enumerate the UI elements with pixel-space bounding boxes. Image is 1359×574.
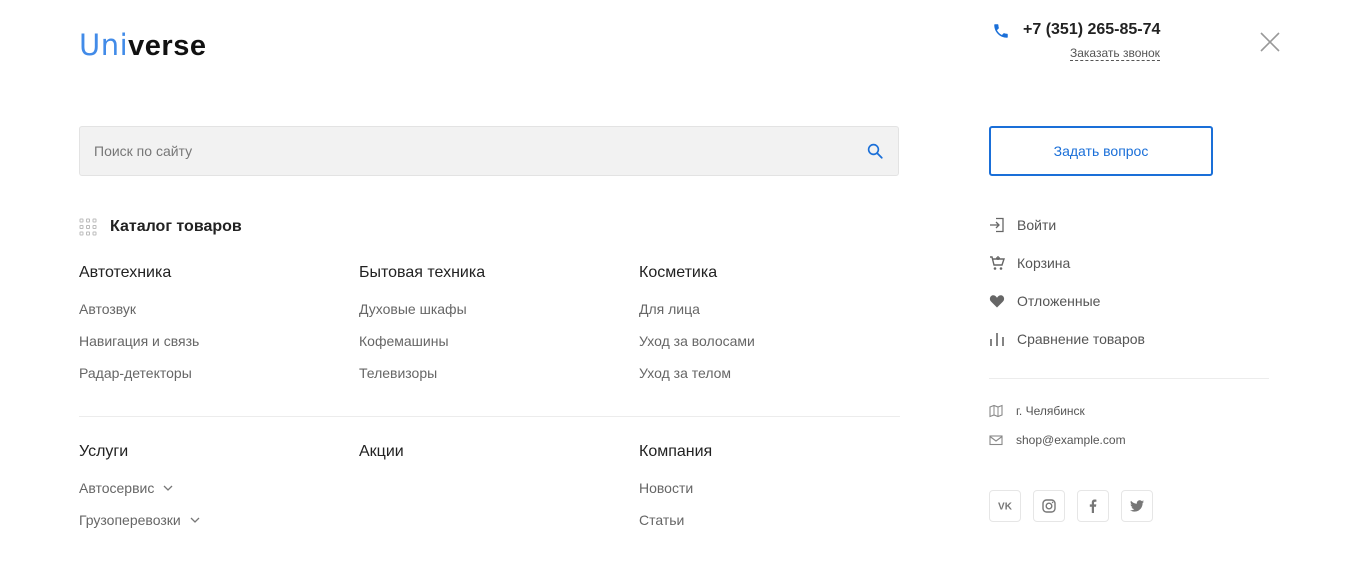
- callback-link[interactable]: Заказать звонок: [1070, 46, 1160, 61]
- category-title[interactable]: Косметика: [639, 263, 899, 283]
- chevron-down-icon[interactable]: [190, 516, 200, 524]
- logo-part-2: verse: [128, 30, 207, 62]
- svg-text:VK: VK: [998, 502, 1013, 513]
- user-menu: Войти Корзина Отложенные Сравнение товар…: [989, 214, 1269, 366]
- facebook-icon[interactable]: [1077, 490, 1109, 522]
- section-column: Компания Новости Статьи: [639, 442, 899, 543]
- category-link[interactable]: Кофемашины: [359, 332, 619, 350]
- user-menu-compare[interactable]: Сравнение товаров: [989, 328, 1269, 350]
- user-menu-wishlist[interactable]: Отложенные: [989, 290, 1269, 312]
- grid-icon: [79, 218, 97, 236]
- divider: [989, 378, 1269, 379]
- section-link[interactable]: Новости: [639, 479, 899, 497]
- user-menu-label: Сравнение товаров: [1017, 331, 1145, 347]
- category-link[interactable]: Радар-детекторы: [79, 364, 339, 382]
- search-input[interactable]: [94, 127, 854, 175]
- category-link[interactable]: Духовые шкафы: [359, 300, 619, 318]
- section-title[interactable]: Услуги: [79, 442, 339, 462]
- heart-icon: [989, 295, 1005, 308]
- section-link[interactable]: Автосервис: [79, 479, 339, 497]
- category-column: Автотехника Автозвук Навигация и связь Р…: [79, 263, 339, 396]
- contact-email-label: shop@example.com: [1016, 433, 1126, 447]
- login-icon: [990, 217, 1004, 233]
- map-icon: [989, 404, 1003, 418]
- logo[interactable]: Universe: [79, 28, 206, 63]
- section-column: Акции: [359, 442, 619, 479]
- cart-icon: [990, 256, 1005, 270]
- mail-icon: [989, 435, 1003, 446]
- compare-icon: [990, 333, 1004, 346]
- instagram-icon[interactable]: [1033, 490, 1065, 522]
- section-link[interactable]: Грузоперевозки: [79, 511, 339, 529]
- section-link[interactable]: Статьи: [639, 511, 899, 529]
- catalog-title-label: Каталог товаров: [110, 218, 242, 235]
- user-menu-login[interactable]: Войти: [989, 214, 1269, 236]
- user-menu-label: Отложенные: [1017, 293, 1101, 309]
- section-title[interactable]: Акции: [359, 442, 619, 462]
- category-title[interactable]: Автотехника: [79, 263, 339, 283]
- catalog-title[interactable]: Каталог товаров: [79, 216, 242, 238]
- category-title[interactable]: Бытовая техника: [359, 263, 619, 283]
- search-icon[interactable]: [866, 142, 884, 160]
- user-menu-cart[interactable]: Корзина: [989, 252, 1269, 274]
- chevron-down-icon[interactable]: [163, 484, 173, 492]
- section-link-label: Автосервис: [79, 480, 155, 496]
- phone-number[interactable]: +7 (351) 265-85-74: [1023, 20, 1160, 40]
- contact-email[interactable]: shop@example.com: [989, 433, 1126, 447]
- contact-city-label: г. Челябинск: [1016, 404, 1085, 418]
- section-title[interactable]: Компания: [639, 442, 899, 462]
- phone-icon: [994, 24, 1008, 38]
- user-menu-label: Корзина: [1017, 255, 1071, 271]
- category-link[interactable]: Для лица: [639, 300, 899, 318]
- twitter-icon[interactable]: [1121, 490, 1153, 522]
- social-links: VK: [989, 490, 1165, 522]
- close-icon[interactable]: [1258, 30, 1282, 54]
- divider: [79, 416, 900, 417]
- search-box: [79, 126, 899, 176]
- contact-city: г. Челябинск: [989, 404, 1085, 418]
- ask-question-button[interactable]: Задать вопрос: [989, 126, 1213, 176]
- section-column: Услуги Автосервис Грузоперевозки: [79, 442, 339, 543]
- logo-part-1: Uni: [79, 28, 129, 62]
- category-link[interactable]: Автозвук: [79, 300, 339, 318]
- category-column: Косметика Для лица Уход за волосами Уход…: [639, 263, 899, 396]
- category-column: Бытовая техника Духовые шкафы Кофемашины…: [359, 263, 619, 396]
- user-menu-label: Войти: [1017, 217, 1057, 233]
- category-link[interactable]: Навигация и связь: [79, 332, 339, 350]
- section-link-label: Грузоперевозки: [79, 512, 181, 528]
- category-link[interactable]: Уход за волосами: [639, 332, 899, 350]
- category-link[interactable]: Телевизоры: [359, 364, 619, 382]
- vk-icon[interactable]: VK: [989, 490, 1021, 522]
- category-link[interactable]: Уход за телом: [639, 364, 899, 382]
